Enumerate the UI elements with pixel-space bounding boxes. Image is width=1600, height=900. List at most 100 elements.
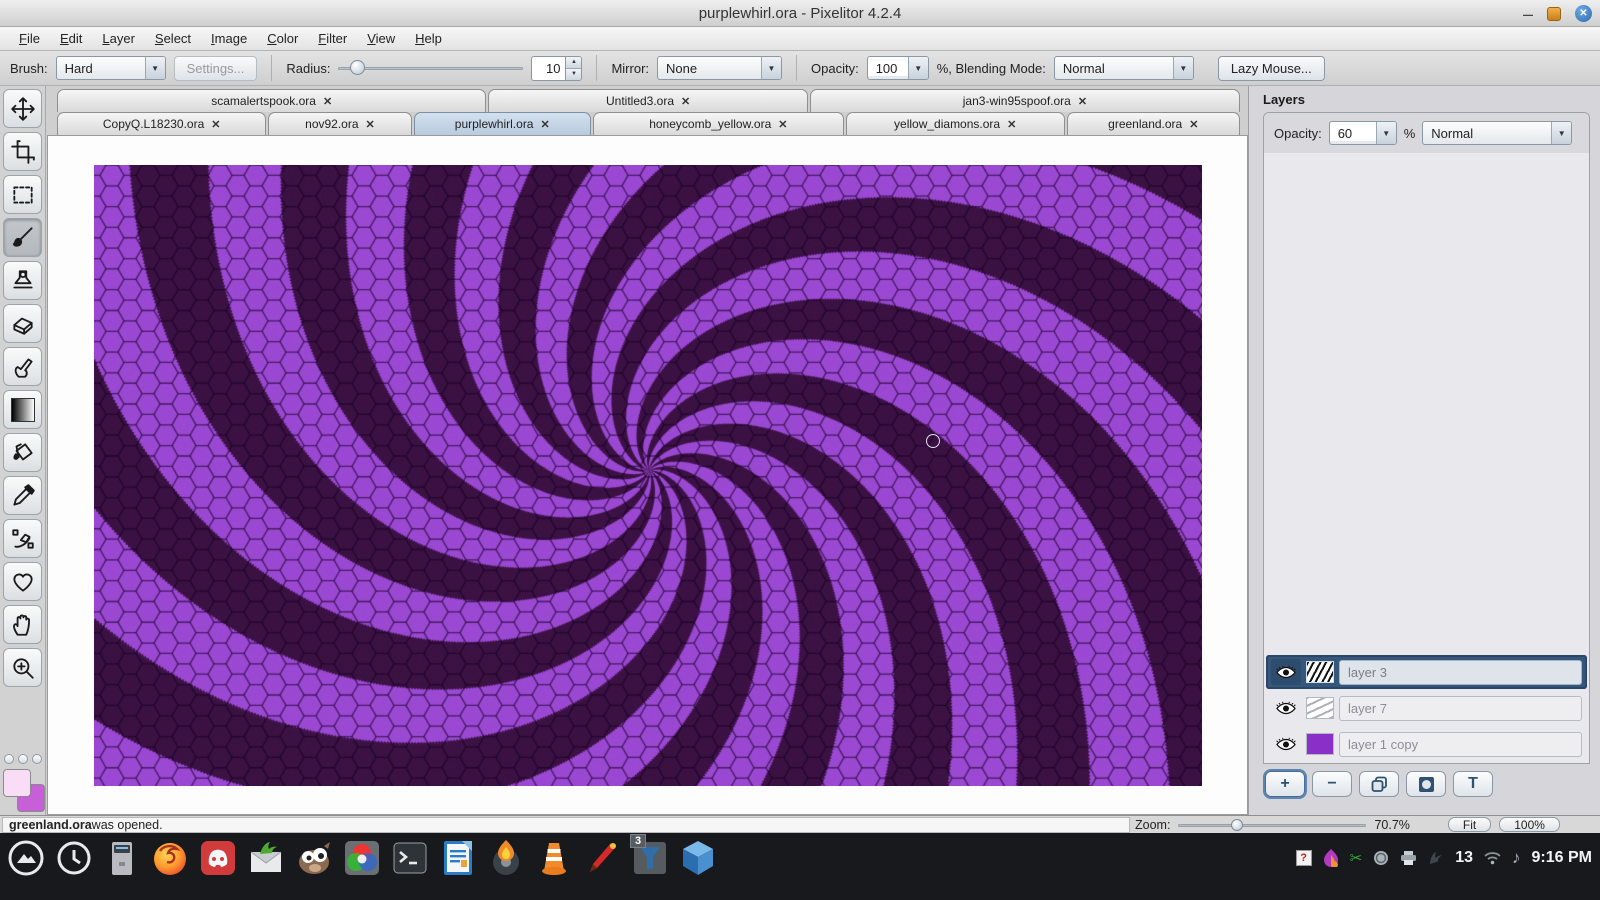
add-layer-button[interactable]: + — [1265, 771, 1305, 797]
color-variation-buttons[interactable] — [4, 754, 42, 764]
minimize-button[interactable]: – — [1523, 9, 1533, 19]
menu-filter[interactable]: Filter — [309, 29, 356, 48]
clone-stamp-tool-button[interactable] — [3, 261, 42, 300]
hundred-percent-button[interactable]: 100% — [1499, 817, 1560, 832]
layer-row-layer7[interactable]: layer 7 — [1266, 691, 1587, 725]
canvas-image[interactable] — [94, 165, 1202, 786]
eraser-tool-button[interactable] — [3, 304, 42, 343]
brush-type-dropdown[interactable]: Hard ▼ — [56, 56, 166, 80]
radius-slider-thumb[interactable] — [350, 60, 365, 75]
radius-value[interactable]: 10 — [531, 56, 565, 81]
coin-tray-icon[interactable] — [1373, 850, 1389, 866]
tab-scamalertspook[interactable]: scamalertspook.ora✕ — [57, 89, 486, 112]
close-tab-icon[interactable]: ✕ — [1189, 118, 1198, 131]
menu-select[interactable]: Select — [146, 29, 200, 48]
virtualbox-button[interactable] — [674, 834, 722, 882]
add-text-layer-button[interactable]: T — [1453, 771, 1493, 797]
gimp-button[interactable] — [290, 834, 338, 882]
canvas-scroll-area[interactable] — [47, 135, 1248, 815]
layer-name-field[interactable]: layer 1 copy — [1339, 732, 1582, 757]
tab-purplewhirl-active[interactable]: purplewhirl.ora✕ — [414, 112, 591, 135]
spin-up-icon[interactable]: ▲ — [566, 57, 581, 69]
fit-button[interactable]: Fit — [1448, 817, 1491, 832]
maximize-button[interactable] — [1547, 7, 1561, 21]
color-app-button[interactable] — [338, 834, 386, 882]
discord-button[interactable] — [194, 834, 242, 882]
pen-tool-button[interactable] — [3, 519, 42, 558]
flame-tray-icon[interactable] — [1323, 849, 1339, 867]
color-picker-tool-button[interactable] — [3, 476, 42, 515]
copyq-scissors-icon[interactable]: ✂ — [1350, 849, 1363, 867]
mirror-dropdown[interactable]: None ▼ — [657, 56, 782, 80]
tab-copyq[interactable]: CopyQ.L18230.ora✕ — [57, 112, 266, 135]
visibility-toggle[interactable] — [1271, 659, 1301, 685]
menu-color[interactable]: Color — [258, 29, 307, 48]
close-tab-icon[interactable]: ✕ — [1007, 118, 1016, 131]
crop-tool-button[interactable] — [3, 132, 42, 171]
printer-tray-icon[interactable] — [1400, 851, 1417, 866]
layer-name-field[interactable]: layer 7 — [1339, 696, 1582, 721]
app-menu-button[interactable] — [2, 834, 50, 882]
menu-layer[interactable]: Layer — [93, 29, 144, 48]
tab-jan3-win95spoof[interactable]: jan3-win95spoof.ora✕ — [810, 89, 1240, 112]
zoom-slider[interactable] — [1178, 819, 1366, 831]
disc-burner-button[interactable] — [482, 834, 530, 882]
smudge-tool-button[interactable] — [3, 347, 42, 386]
shapes-tool-button[interactable] — [3, 562, 42, 601]
libreoffice-writer-button[interactable] — [434, 834, 482, 882]
color-dot-1[interactable] — [4, 754, 14, 764]
spin-down-icon[interactable]: ▼ — [566, 69, 581, 80]
close-tab-icon[interactable]: ✕ — [681, 95, 690, 108]
blending-mode-dropdown[interactable]: Normal ▼ — [1054, 56, 1194, 80]
duplicate-layer-button[interactable] — [1359, 771, 1399, 797]
tab-nov92[interactable]: nov92.ora✕ — [268, 112, 411, 135]
opacity-dropdown[interactable]: 100 ▼ — [867, 56, 929, 80]
wifi-tray-icon[interactable] — [1484, 851, 1501, 865]
paint-bucket-tool-button[interactable] — [3, 433, 42, 472]
music-note-tray-icon[interactable]: ♪ — [1512, 848, 1521, 868]
close-tab-icon[interactable]: ✕ — [778, 118, 787, 131]
file-manager-button[interactable] — [98, 834, 146, 882]
menu-edit[interactable]: Edit — [51, 29, 91, 48]
close-tab-icon[interactable]: ✕ — [366, 118, 375, 131]
foreground-color-swatch[interactable] — [3, 769, 31, 797]
claw-tray-icon[interactable] — [1428, 850, 1444, 866]
tab-honeycomb-yellow[interactable]: honeycomb_yellow.ora✕ — [593, 112, 844, 135]
brush-tool-button[interactable] — [3, 218, 42, 257]
add-layer-mask-button[interactable] — [1406, 771, 1446, 797]
color-dot-3[interactable] — [32, 754, 42, 764]
layer-blend-mode-dropdown[interactable]: Normal ▼ — [1422, 121, 1572, 145]
layer-name-field[interactable]: layer 3 — [1339, 660, 1582, 685]
close-tab-icon[interactable]: ✕ — [1078, 95, 1087, 108]
menu-help[interactable]: Help — [406, 29, 451, 48]
tab-untitled3[interactable]: Untitled3.ora✕ — [488, 89, 807, 112]
color-dot-2[interactable] — [18, 754, 28, 764]
zoom-tool-button[interactable] — [3, 648, 42, 687]
tab-greenland[interactable]: greenland.ora✕ — [1067, 112, 1240, 135]
hand-tool-button[interactable] — [3, 605, 42, 644]
lazy-mouse-button[interactable]: Lazy Mouse... — [1218, 56, 1325, 81]
menu-view[interactable]: View — [358, 29, 404, 48]
radius-slider[interactable] — [338, 56, 523, 80]
visibility-toggle[interactable] — [1271, 731, 1301, 757]
gradient-tool-button[interactable] — [3, 390, 42, 429]
move-tool-button[interactable] — [3, 89, 42, 128]
layer-row-layer3[interactable]: layer 3 — [1266, 655, 1587, 689]
menu-file[interactable]: File — [10, 29, 49, 48]
firefox-button[interactable] — [146, 834, 194, 882]
brush-settings-button[interactable]: Settings... — [174, 56, 258, 81]
menu-image[interactable]: Image — [202, 29, 256, 48]
tab-yellow-diamons[interactable]: yellow_diamons.ora✕ — [846, 112, 1065, 135]
close-tab-icon[interactable]: ✕ — [540, 118, 549, 131]
vlc-button[interactable] — [530, 834, 578, 882]
help-tray-icon[interactable]: ? — [1296, 850, 1312, 866]
close-tab-icon[interactable]: ✕ — [211, 118, 220, 131]
pixelitor-taskbar-button[interactable]: 3 — [626, 834, 674, 882]
layer-row-layer1copy[interactable]: layer 1 copy — [1266, 727, 1587, 761]
radius-spinner[interactable]: 10 ▲ ▼ — [531, 56, 582, 81]
zoom-slider-thumb[interactable] — [1231, 819, 1243, 831]
visibility-toggle[interactable] — [1271, 695, 1301, 721]
selection-tool-button[interactable] — [3, 175, 42, 214]
layer-thumbnail[interactable] — [1306, 697, 1334, 719]
terminal-button[interactable] — [386, 834, 434, 882]
